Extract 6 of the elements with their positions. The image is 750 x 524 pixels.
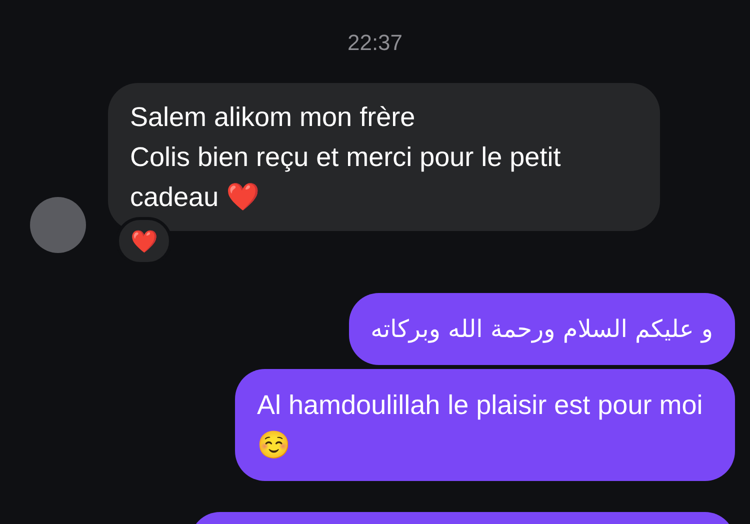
message-text: Al hamdoulillah le plaisir est pour moi ☺: [257, 389, 704, 462]
reaction-badge[interactable]: ❤: [116, 217, 172, 265]
message-text: Colis bien reçu et merci pour le petit cadeau ❤: [130, 141, 562, 214]
message-timestamp: 22:37: [347, 29, 403, 57]
message-text: Salem alikom mon frère: [130, 101, 416, 134]
message-text: و عليكم السلام ورحمة الله وبركاته: [370, 314, 713, 345]
